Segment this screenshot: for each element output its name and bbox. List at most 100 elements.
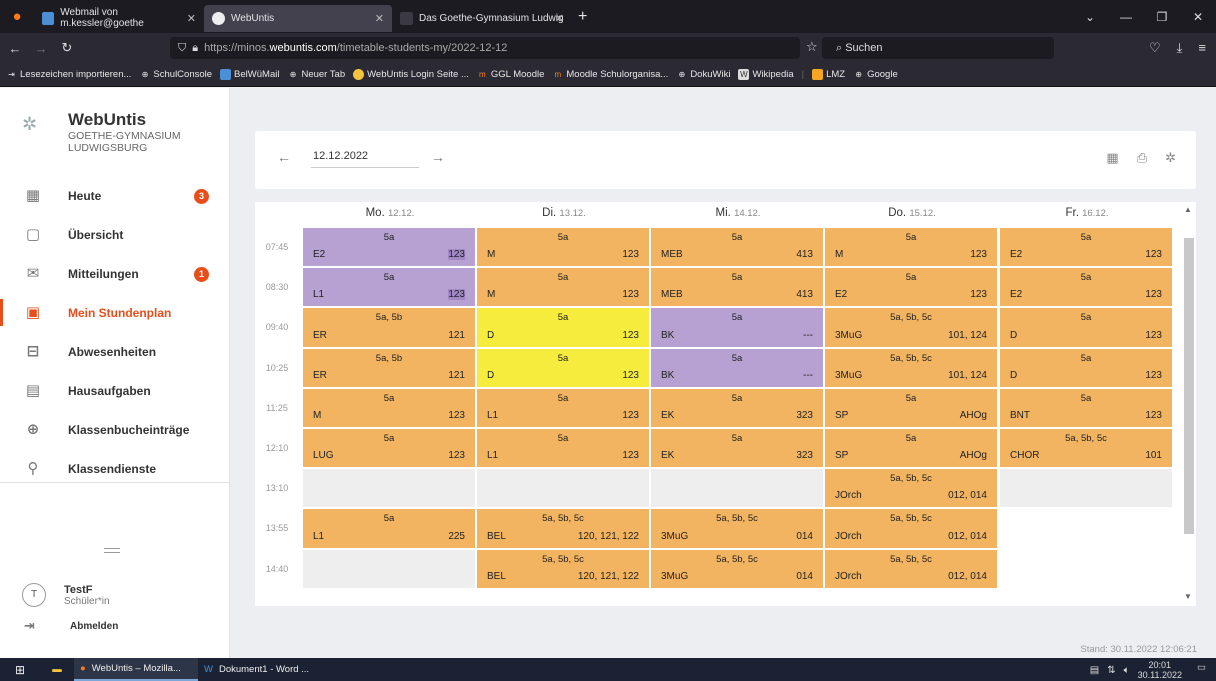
bookmark-schulconsole[interactable]: ⊕ SchulConsole xyxy=(139,69,212,80)
lesson-cell[interactable]: 5a M 123 xyxy=(825,228,999,269)
lesson-cell[interactable]: 5a BNT 123 xyxy=(1000,388,1174,429)
bookmark-moodle-schulorga[interactable]: m Moodle Schulorganisa... xyxy=(552,69,669,80)
lesson-cell[interactable]: 5a, 5b, 5c 3MuG 101, 124 xyxy=(825,348,999,389)
lesson-cell[interactable]: 5a EK 323 xyxy=(651,388,825,429)
lesson-cell[interactable]: 5a BK --- xyxy=(651,308,825,349)
lesson-cell[interactable]: 5a, 5b ER 121 xyxy=(303,348,477,389)
file-explorer-icon[interactable]: ▬ xyxy=(40,658,74,681)
logo[interactable]: ✲ WebUntis GOETHE-GYMNASIUM LUDWIGSBURG xyxy=(22,110,181,154)
lesson-cell[interactable]: 5a LUG 123 xyxy=(303,429,477,470)
lesson-cell[interactable]: 5a, 5b, 5c 3MuG 101, 124 xyxy=(825,308,999,349)
downloads-icon[interactable]: ⤓ xyxy=(1177,40,1183,56)
sidebar-item-homework[interactable]: ▤ Hausaufgaben xyxy=(0,371,229,410)
back-icon[interactable]: ← xyxy=(4,41,26,56)
print-icon[interactable]: ⎙ xyxy=(1137,150,1147,166)
lesson-cell[interactable]: 5a, 5b ER 121 xyxy=(303,308,477,349)
avatar: T xyxy=(22,583,46,607)
bookmark-star-icon[interactable]: ☆ xyxy=(806,39,818,55)
sidebar-item-calendar[interactable]: ▣ Mein Stundenplan xyxy=(0,293,229,332)
lesson-cell[interactable]: 5a MEB 413 xyxy=(651,268,825,309)
bookmark-wikipedia[interactable]: W Wikipedia xyxy=(738,69,794,80)
tray-icon[interactable]: ▤ xyxy=(1090,665,1099,676)
lesson-cell[interactable]: 5a D 123 xyxy=(477,308,651,349)
lesson-cell[interactable]: 5a, 5b, 5c CHOR 101 xyxy=(1000,429,1174,470)
firefox-icon[interactable]: ● xyxy=(0,0,34,33)
date-input[interactable] xyxy=(311,145,419,168)
lesson-cell[interactable]: 5a D 123 xyxy=(1000,348,1174,389)
lesson-cell[interactable]: 5a L1 123 xyxy=(477,429,651,470)
bookmark-ggl-moodle[interactable]: m GGL Moodle xyxy=(477,69,544,80)
sidebar-item-overview[interactable]: ▢ Übersicht xyxy=(0,215,229,254)
lesson-cell[interactable]: 5a M 123 xyxy=(477,268,651,309)
lesson-cell[interactable]: 5a BK --- xyxy=(651,348,825,389)
taskbar-firefox[interactable]: ● WebUntis – Mozilla... xyxy=(74,658,198,681)
restore-icon[interactable]: ❐ xyxy=(1144,10,1180,24)
bookmark-import[interactable]: ⇥ Lesezeichen importieren... xyxy=(6,69,131,80)
bookmark-dokuwiki[interactable]: ⊕ DokuWiki xyxy=(676,69,730,80)
close-tab-icon[interactable]: ✕ xyxy=(375,12,384,25)
bookmark-google[interactable]: ⊕ Google xyxy=(853,69,898,80)
user-info[interactable]: T TestF Schüler*in xyxy=(22,583,110,607)
lesson-cell[interactable]: 5a M 123 xyxy=(303,388,477,429)
clock[interactable]: 20:01 30.11.2022 xyxy=(1138,660,1182,680)
lesson-cell[interactable]: 5a L1 225 xyxy=(303,509,477,550)
next-week-icon[interactable]: → xyxy=(431,149,445,165)
network-icon[interactable]: ⇅ xyxy=(1107,665,1115,676)
bookmark-neuer-tab[interactable]: ⊕ Neuer Tab xyxy=(287,69,346,80)
sidebar-item-classbook[interactable]: ⊕ Klassenbucheinträge xyxy=(0,410,229,449)
lesson-cell[interactable]: 5a EK 323 xyxy=(651,429,825,470)
lesson-cell[interactable]: 5a L1 123 xyxy=(477,388,651,429)
lesson-cell[interactable]: 5a E2 123 xyxy=(825,268,999,309)
close-tab-icon[interactable]: ✕ xyxy=(187,12,196,25)
url-bar[interactable]: ⛉ 🔒︎ https://minos. webuntis.com/timetabl… xyxy=(170,37,800,59)
previous-week-icon[interactable]: ← xyxy=(277,149,291,165)
lesson-cell[interactable]: 5a SP AHOg xyxy=(825,429,999,470)
forward-icon[interactable]: → xyxy=(30,41,52,56)
minimize-icon[interactable]: — xyxy=(1108,10,1144,24)
bookmark-belwuemail[interactable]: BelWüMail xyxy=(220,69,279,80)
reload-icon[interactable]: ↻ xyxy=(56,40,78,56)
lesson-cell[interactable]: 5a, 5b, 5c BEL 120, 121, 122 xyxy=(477,549,651,590)
lesson-cell[interactable]: 5a D 123 xyxy=(477,348,651,389)
windows-start-icon[interactable]: ⊞ xyxy=(0,658,40,681)
lesson-cell[interactable]: 5a, 5b, 5c 3MuG 014 xyxy=(651,509,825,550)
sidebar-item-absence[interactable]: ⊟ Abwesenheiten xyxy=(0,332,229,371)
sidebar-item-mail[interactable]: ✉ Mitteilungen 1 xyxy=(0,254,229,293)
lesson-cell[interactable]: 5a SP AHOg xyxy=(825,388,999,429)
bookmark-lmz[interactable]: LMZ xyxy=(812,69,845,80)
lesson-cell[interactable]: 5a M 123 xyxy=(477,228,651,269)
lesson-cell[interactable]: 5a D 123 xyxy=(1000,308,1174,349)
close-window-icon[interactable]: ✕ xyxy=(1180,10,1216,24)
scroll-up-icon[interactable]: ▲ xyxy=(1184,205,1192,214)
pocket-icon[interactable]: ♡ xyxy=(1149,40,1161,56)
logout-button[interactable]: ⇥ Abmelden xyxy=(24,618,118,634)
notification-icon[interactable]: ▭ xyxy=(1197,662,1206,673)
lesson-cell[interactable]: 5a, 5b, 5c 3MuG 014 xyxy=(651,549,825,590)
lesson-cell[interactable]: 5a E2 123 xyxy=(303,228,477,269)
lesson-cell[interactable]: 5a E2 123 xyxy=(1000,228,1174,269)
tab-goethe[interactable]: Das Goethe-Gymnasium Ludwig ✕ xyxy=(392,5,572,32)
lesson-cell[interactable]: 5a, 5b, 5c JOrch 012, 014 xyxy=(825,549,999,590)
lesson-cell[interactable]: 5a, 5b, 5c JOrch 012, 014 xyxy=(825,509,999,550)
tab-webmail[interactable]: Webmail von m.kessler@goethe ✕ xyxy=(34,5,204,32)
scroll-down-icon[interactable]: ▼ xyxy=(1184,592,1192,601)
sidebar-item-dashboard[interactable]: ▦ Heute 3 xyxy=(0,176,229,215)
lesson-cell[interactable]: 5a L1 123 xyxy=(303,268,477,309)
search-input[interactable]: ⌕ Suchen xyxy=(822,37,1054,59)
calendar-today-icon[interactable]: ▦ xyxy=(1106,150,1118,166)
tab-webuntis[interactable]: WebUntis ✕ xyxy=(204,4,392,32)
lesson-cell[interactable]: 5a, 5b, 5c BEL 120, 121, 122 xyxy=(477,509,651,550)
bookmark-webuntis-login[interactable]: WebUntis Login Seite ... xyxy=(353,69,469,80)
tab-list-icon[interactable]: ⌄ xyxy=(1072,10,1108,24)
collapse-handle-icon[interactable] xyxy=(104,548,120,553)
taskbar-word[interactable]: W Dokument1 - Word ... xyxy=(198,658,318,681)
lesson-cell[interactable]: 5a, 5b, 5c JOrch 012, 014 xyxy=(825,469,999,510)
lesson-cell[interactable]: 5a MEB 413 xyxy=(651,228,825,269)
volume-icon[interactable]: 🔈︎ xyxy=(1124,665,1130,676)
settings-gear-icon[interactable]: ✲ xyxy=(1165,150,1176,166)
new-tab-icon[interactable]: + xyxy=(578,8,587,26)
lesson-cell[interactable]: 5a E2 123 xyxy=(1000,268,1174,309)
scrollbar-thumb[interactable] xyxy=(1184,238,1194,534)
close-tab-icon[interactable]: ✕ xyxy=(555,12,564,25)
menu-icon[interactable]: ≡ xyxy=(1198,40,1206,56)
